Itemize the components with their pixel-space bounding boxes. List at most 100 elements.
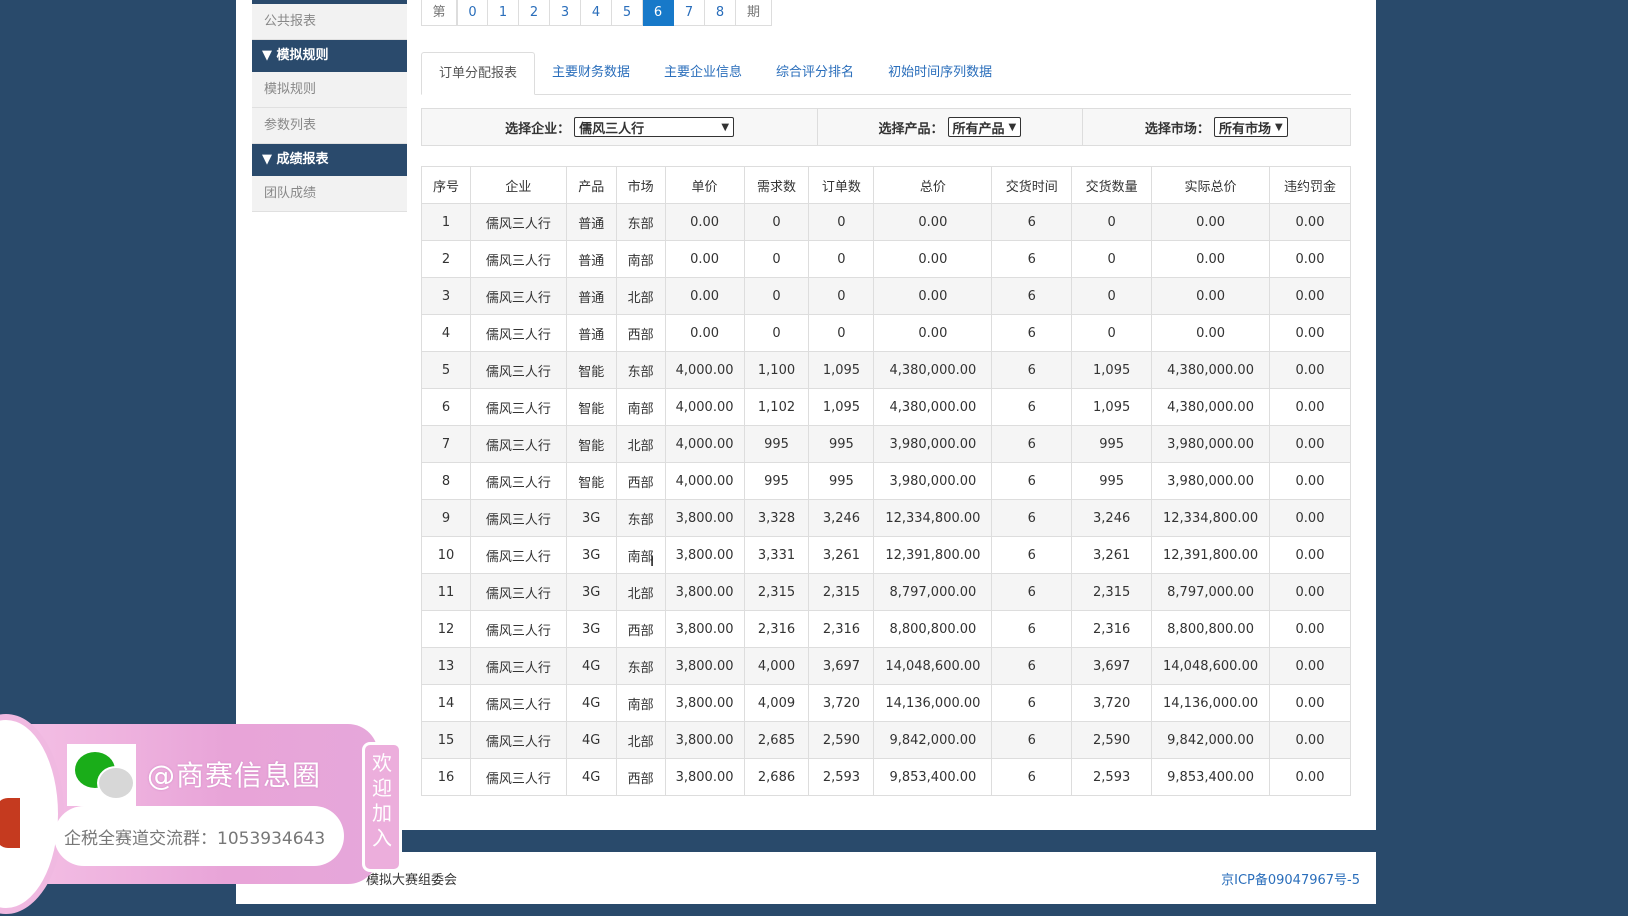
product-filter-label: 选择产品： <box>878 121 944 137</box>
column-header: 序号 <box>421 166 471 204</box>
market-filter: 选择市场： 所有市场 ▼ <box>1083 109 1350 145</box>
sidebar-item[interactable]: 参数列表 <box>252 108 407 144</box>
pager-page-4[interactable]: 4 <box>581 0 612 26</box>
table-cell: 9,842,000.00 <box>1151 721 1271 759</box>
table-cell: 2,685 <box>743 721 810 759</box>
table-cell: 9 <box>421 499 471 537</box>
table-cell: 0.00 <box>1269 203 1351 241</box>
table-cell: 南部 <box>615 388 666 426</box>
table-cell: 13 <box>421 647 471 685</box>
table-cell: 0.00 <box>873 240 993 278</box>
table-cell: 儒风三人行 <box>469 684 567 722</box>
table-cell: 14,048,600.00 <box>873 647 993 685</box>
table-cell: 东部 <box>615 351 666 389</box>
chevron-down-icon: ▼ <box>1008 121 1017 133</box>
table-cell: 4G <box>565 684 617 722</box>
sidebar-section-header[interactable]: ▼ 成绩报表 <box>252 144 407 176</box>
table-cell: 北部 <box>615 573 666 611</box>
sidebar-section-header[interactable]: ▼ 模拟规则 <box>252 40 407 72</box>
sidebar-item[interactable]: 团队成绩 <box>252 176 407 212</box>
filter-bar: 选择企业： 儒风三人行 ▼ 选择产品： 所有产品 ▼ 选择市场： 所有市场 ▼ <box>421 108 1351 146</box>
table-cell: 12,391,800.00 <box>873 536 993 574</box>
table-cell: 儒风三人行 <box>469 536 567 574</box>
table-cell: 1,102 <box>743 388 810 426</box>
pager-page-7[interactable]: 7 <box>674 0 705 26</box>
pager-page-6[interactable]: 6 <box>643 0 674 26</box>
table-cell: 6 <box>991 425 1073 463</box>
sidebar-item[interactable]: 模拟规则 <box>252 72 407 108</box>
table-cell: 0.00 <box>1269 647 1351 685</box>
table-cell: 3,800.00 <box>664 499 745 537</box>
table-cell: 儒风三人行 <box>469 277 567 315</box>
table-cell: 儒风三人行 <box>469 758 567 796</box>
table-cell: 6 <box>991 610 1073 648</box>
column-header: 需求数 <box>743 166 810 204</box>
column-header: 单价 <box>664 166 745 204</box>
chevron-down-icon: ▼ <box>1274 121 1283 133</box>
table-cell: 0 <box>743 314 810 352</box>
table-cell: 4,380,000.00 <box>1151 351 1271 389</box>
table-cell: 0 <box>1071 277 1153 315</box>
table-cell: 智能 <box>565 388 617 426</box>
table-header-row: 序号 企业 产品 市场 单价 需求数 订单数 总价 交货时间 交货数量 实际总价 违约罚金 <box>421 166 1351 204</box>
table-cell: 8,800,800.00 <box>873 610 993 648</box>
company-select[interactable]: 儒风三人行 ▼ <box>574 117 735 137</box>
table-cell: 南部 <box>615 684 666 722</box>
pager-page-0[interactable]: 0 <box>457 0 488 26</box>
market-filter-label: 选择市场： <box>1144 121 1210 137</box>
table-cell: 儒风三人行 <box>469 240 567 278</box>
sidebar-item[interactable]: 公共报表 <box>252 4 407 40</box>
table-cell: 11 <box>421 573 471 611</box>
table-cell: 0.00 <box>1269 240 1351 278</box>
tab-2[interactable]: 主要企业信息 <box>647 52 759 94</box>
table-cell: 4,380,000.00 <box>873 388 993 426</box>
pager-page-8[interactable]: 8 <box>705 0 736 26</box>
table-cell: 5 <box>421 351 471 389</box>
table-cell: 3,246 <box>1071 499 1153 537</box>
market-select[interactable]: 所有市场 ▼ <box>1213 117 1288 137</box>
pager-page-2[interactable]: 2 <box>519 0 550 26</box>
pager-page-1[interactable]: 1 <box>488 0 519 26</box>
table-cell: 西部 <box>615 610 666 648</box>
table-cell: 15 <box>421 721 471 759</box>
table-cell: 6 <box>991 203 1073 241</box>
pager-page-5[interactable]: 5 <box>612 0 643 26</box>
tab-0[interactable]: 订单分配报表 <box>421 52 536 95</box>
table-cell: 2,590 <box>808 721 875 759</box>
product-filter: 选择产品： 所有产品 ▼ <box>818 109 1083 145</box>
table-cell: 3,800.00 <box>664 721 745 759</box>
product-select[interactable]: 所有产品 ▼ <box>947 117 1022 137</box>
column-header: 市场 <box>615 166 666 204</box>
table-cell: 3,800.00 <box>664 647 745 685</box>
table-cell: 6 <box>991 240 1073 278</box>
table-cell: 儒风三人行 <box>469 425 567 463</box>
column-header: 产品 <box>565 166 617 204</box>
table-row: 7 儒风三人行 智能 北部 4,000.00 995 995 3,980,000.00 6 995… <box>421 425 1351 463</box>
table-cell: 6 <box>991 721 1073 759</box>
table-cell: 7 <box>421 425 471 463</box>
table-cell: 3,720 <box>1071 684 1153 722</box>
footer-icp-link[interactable]: 京ICP备09047967号-5 <box>1221 869 1360 888</box>
pager-page-3[interactable]: 3 <box>550 0 581 26</box>
table-cell: 9,842,000.00 <box>873 721 993 759</box>
table-cell: 0.00 <box>664 203 745 241</box>
table-cell: 3,246 <box>808 499 875 537</box>
table-cell: 3,980,000.00 <box>1151 425 1271 463</box>
table-cell: 北部 <box>615 425 666 463</box>
table-cell: 10 <box>421 536 471 574</box>
table-cell: 6 <box>991 647 1073 685</box>
table-cell: 3 <box>421 277 471 315</box>
table-cell: 995 <box>743 462 810 500</box>
table-cell: 4,000.00 <box>664 351 745 389</box>
table-cell: 12,334,800.00 <box>873 499 993 537</box>
table-cell: 3G <box>565 573 617 611</box>
wechat-icon <box>67 744 136 806</box>
tab-3[interactable]: 综合评分排名 <box>759 52 871 94</box>
tab-4[interactable]: 初始时间序列数据 <box>871 52 1009 94</box>
tab-1[interactable]: 主要财务数据 <box>535 52 647 94</box>
table-cell: 0.00 <box>1269 758 1351 796</box>
table-cell: 995 <box>808 462 875 500</box>
table-cell: 3,800.00 <box>664 610 745 648</box>
table-cell: 6 <box>991 536 1073 574</box>
column-header: 交货时间 <box>991 166 1073 204</box>
